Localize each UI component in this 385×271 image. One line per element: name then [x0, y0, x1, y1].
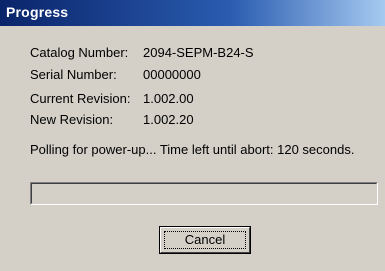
progress-dialog: Progress Catalog Number: 2094-SEPM-B24-S… [0, 0, 385, 271]
new-revision-label: New Revision: [30, 112, 114, 127]
current-revision-value: 1.002.00 [143, 91, 194, 106]
progress-bar-well [31, 183, 377, 204]
serial-number-label: Serial Number: [30, 67, 117, 82]
current-revision-label: Current Revision: [30, 91, 131, 106]
serial-number-value: 00000000 [143, 67, 201, 82]
progress-bar [30, 182, 378, 205]
title-bar[interactable]: Progress [0, 0, 385, 26]
cancel-button-label: Cancel [184, 232, 226, 247]
window-title: Progress [6, 4, 69, 20]
cancel-button[interactable]: Cancel [159, 226, 251, 254]
status-message: Polling for power-up... Time left until … [30, 142, 355, 157]
catalog-number-value: 2094-SEPM-B24-S [143, 45, 254, 60]
new-revision-value: 1.002.20 [143, 112, 194, 127]
catalog-number-label: Catalog Number: [30, 45, 129, 60]
